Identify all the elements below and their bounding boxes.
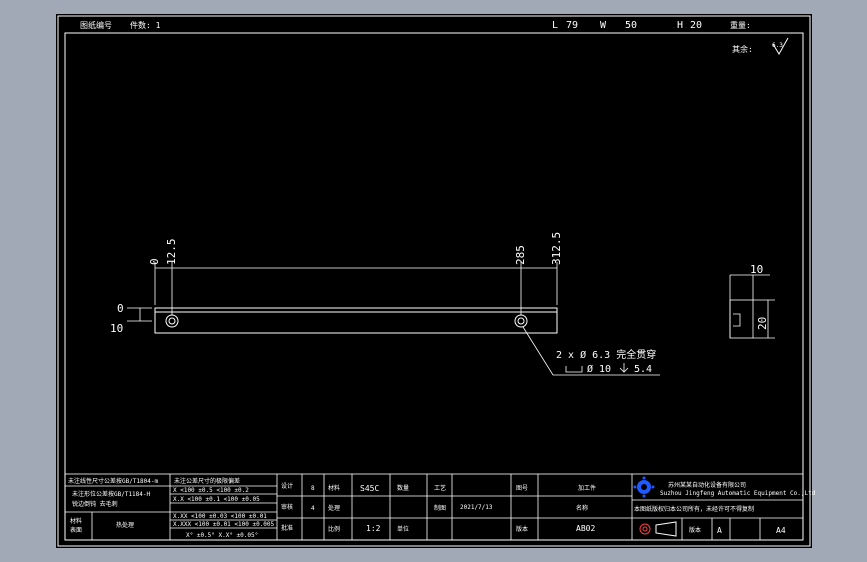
note-2: 未注形位公差按GB/T1184-H: [72, 490, 151, 498]
c2-r1: 8: [311, 485, 315, 492]
revision-value: A: [717, 526, 722, 535]
roughness-label: 其余:: [732, 44, 753, 54]
header-weight-label: 重量:: [730, 20, 751, 30]
dim-side-20: 20: [756, 317, 769, 330]
legal-text: 本图纸版权归本公司所有，未经许可不得复制: [634, 505, 754, 513]
company-english: Suzhou Jingfeng Automatic Equipment Co.,…: [660, 490, 816, 497]
name-label: 名称: [576, 504, 588, 512]
tol-row-4: X.XXX <100 ±0.01 <100 ±0.005: [173, 521, 275, 528]
callout-line1: 2 x Ø 6.3 完全贯穿: [556, 348, 656, 361]
left-label-2: 表面: [70, 526, 82, 534]
header-field-b: 件数: 1: [130, 20, 161, 30]
c5-r1: 数量: [397, 484, 409, 492]
sheet-label: 版本: [689, 526, 701, 534]
c1-r1: 设计: [281, 482, 293, 490]
date-value: 2021/7/13: [460, 504, 493, 511]
c3-r3: 比例: [328, 525, 340, 533]
material-value: S45C: [360, 484, 379, 493]
dim-top-0: 0: [148, 258, 161, 265]
dim-top-312-5: 312.5: [550, 232, 563, 265]
header-W-value: 50: [625, 20, 637, 31]
left-label-3: 热处理: [116, 521, 134, 529]
name-value: 加工件: [578, 484, 596, 492]
header-L-label: L: [552, 20, 558, 31]
tol-row-5: X° ±0.5° X.X° ±0.05°: [186, 532, 258, 539]
dim-top-285: 285: [514, 245, 527, 265]
header-H-label: H: [677, 20, 683, 31]
tol-row-3: X.XX <100 ±0.03 <100 ±0.01: [173, 513, 267, 520]
c8-r1: 图号: [516, 485, 528, 492]
left-label-1: 材料: [70, 517, 82, 525]
note-1: 未注线性尺寸公差按GB/T1804-m: [68, 477, 159, 485]
company-name: 苏州某某自动化设备有限公司: [668, 481, 746, 489]
header-W-label: W: [600, 20, 607, 31]
dim-side-10: 10: [750, 263, 763, 276]
drawing-number: AB02: [576, 524, 595, 533]
header-L-value: 79: [566, 20, 578, 31]
note-3: 锐边倒钝 去毛刺: [72, 500, 118, 508]
callout-line2-a: Ø 10: [587, 363, 611, 375]
c3-r1: 材料: [328, 484, 340, 492]
callout-line2-b: 5.4: [634, 364, 652, 375]
tol-row-1: X <100 ±0.5 <100 ±0.2: [173, 487, 249, 494]
c8-r3: 版本: [516, 525, 528, 533]
c1-r2: 审核: [281, 503, 293, 511]
dim-top-12-5: 12.5: [165, 239, 178, 266]
paper-size: A4: [776, 526, 786, 535]
c6-r1: 工艺: [434, 484, 446, 492]
c3-r2: 处理: [328, 504, 340, 512]
header-H-value: 20: [690, 20, 702, 31]
dim-left-0: 0: [117, 302, 124, 315]
roughness-value: 6.3: [772, 42, 783, 49]
dim-left-10: 10: [110, 322, 123, 335]
cad-drawing-viewport[interactable]: 图纸编号 件数: 1 L 79 W 50 H 20 重量: 其余: 6.3 0 …: [0, 0, 867, 562]
c5-r3: 单位: [397, 525, 409, 533]
tol-header: 未注公差尺寸的极限偏差: [174, 477, 240, 485]
c2-r2: 4: [311, 505, 315, 512]
c1-r3: 批准: [281, 524, 293, 532]
tol-row-2: X.X <100 ±0.1 <100 ±0.05: [173, 496, 260, 503]
drawing-canvas: [56, 14, 812, 548]
scale-value: 1:2: [366, 524, 381, 533]
c6-r2: 制图: [434, 504, 446, 512]
header-field-a: 图纸编号: [80, 20, 112, 30]
